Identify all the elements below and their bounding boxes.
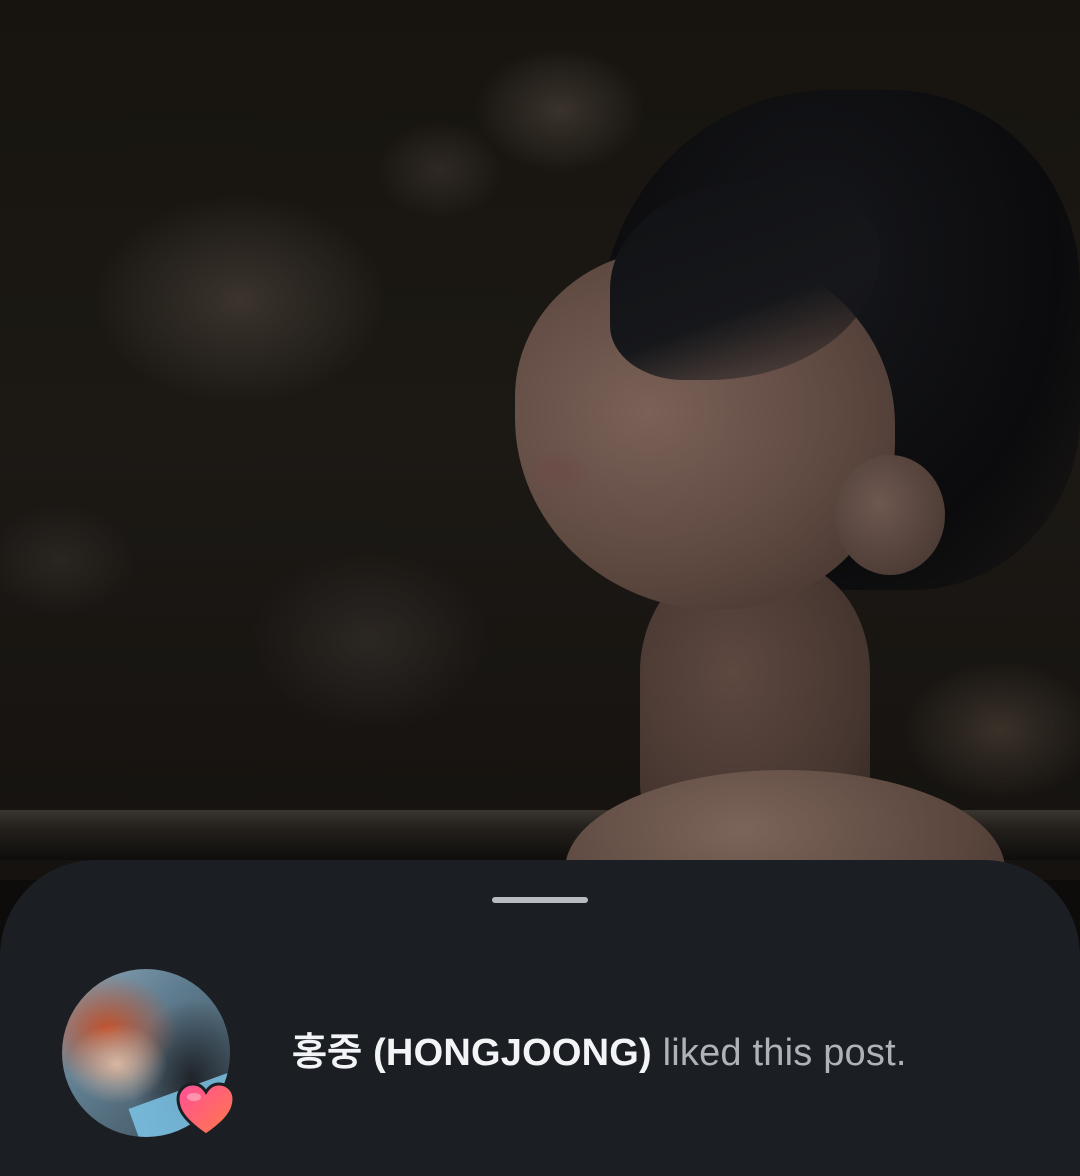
username-link[interactable]: 홍중 (HONGJOONG) bbox=[292, 1032, 652, 1074]
heart-icon bbox=[176, 1082, 236, 1137]
post-photo[interactable] bbox=[0, 0, 1080, 880]
like-activity-row[interactable]: 홍중 (HONGJOONG) liked this post. bbox=[62, 968, 1022, 1138]
likes-bottom-sheet: 홍중 (HONGJOONG) liked this post. bbox=[0, 860, 1080, 1176]
sheet-drag-handle[interactable] bbox=[492, 897, 588, 903]
like-message: 홍중 (HONGJOONG) liked this post. bbox=[292, 1030, 907, 1076]
photo-lips-shape bbox=[528, 452, 588, 492]
avatar-container[interactable] bbox=[62, 969, 236, 1137]
photo-ear-shape bbox=[835, 455, 945, 575]
like-action-text: liked this post. bbox=[651, 1032, 907, 1074]
screen: 홍중 (HONGJOONG) liked this post. bbox=[0, 0, 1080, 1176]
